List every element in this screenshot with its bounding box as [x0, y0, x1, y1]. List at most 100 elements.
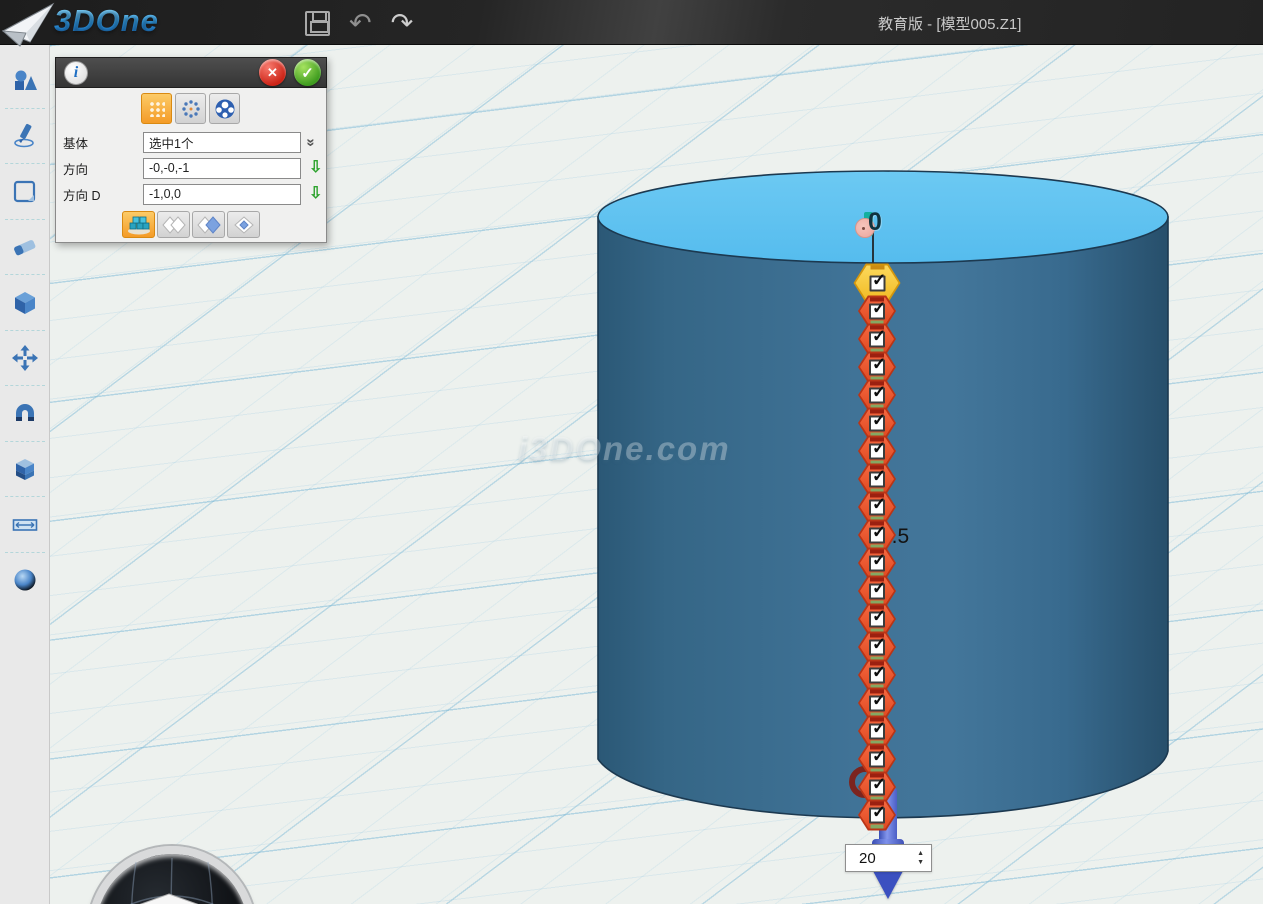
checkmark-icon: ✓ — [872, 550, 886, 570]
checkmark-icon: ✓ — [872, 522, 886, 542]
checkmark-icon: ✓ — [872, 410, 886, 430]
marker-checkbox[interactable]: ✓ — [869, 667, 885, 683]
marker-checkbox[interactable]: ✓ — [869, 471, 885, 487]
pattern-geometry-icon — [127, 215, 151, 235]
direction-field-input[interactable] — [143, 158, 301, 179]
sketch-plane-icon — [11, 178, 39, 206]
app-name: 3DOne — [54, 3, 159, 39]
base-field-label: 基体 — [63, 133, 143, 152]
pattern-count-box: ▲ ▼ — [845, 844, 932, 872]
sidebar-item-sketch[interactable] — [0, 109, 50, 165]
linear-pattern-tab[interactable] — [141, 93, 172, 124]
marker-checkbox[interactable]: ✓ — [869, 359, 885, 375]
checkmark-icon: ✓ — [872, 606, 886, 626]
view-navigation-ball[interactable] — [88, 846, 256, 904]
primitive-shapes-icon — [11, 67, 39, 95]
marker-bottom-band — [871, 825, 884, 829]
marker-checkbox[interactable]: ✓ — [869, 583, 885, 599]
field-row-base: 基体 » — [56, 129, 326, 155]
pattern-count-input[interactable] — [846, 850, 896, 867]
info-icon[interactable]: i — [64, 61, 88, 85]
field-row-direction: 方向 ⇩ — [56, 155, 326, 181]
diamond-option-3-button[interactable] — [227, 211, 260, 238]
chevron-double-down-icon[interactable]: » — [303, 138, 320, 146]
pattern-drag-arrow-head[interactable] — [873, 871, 903, 899]
checkmark-icon: ✓ — [872, 578, 886, 598]
dialog-body: 基体 » 方向 ⇩ 方向 D ⇩ — [55, 88, 327, 243]
cancel-button[interactable]: ✕ — [259, 59, 286, 86]
diamond-option-2-button[interactable] — [192, 211, 225, 238]
checkmark-icon: ✓ — [872, 270, 886, 290]
marker-checkbox[interactable]: ✓ — [869, 443, 885, 459]
checkmark-icon: ✓ — [872, 326, 886, 346]
import-direction-icon[interactable]: ⇩ — [309, 160, 322, 176]
pattern-type-tabs — [141, 93, 326, 124]
window-title: 教育版 - [模型005.Z1] — [878, 13, 1021, 34]
marker-top-band — [870, 266, 884, 270]
spherical-pattern-tab[interactable] — [209, 93, 240, 124]
sidebar-item-combine[interactable] — [0, 442, 50, 498]
pattern-dialog: i ✕ ✓ — [55, 57, 327, 243]
measure-icon — [11, 511, 39, 539]
checkmark-icon: ✓ — [872, 634, 886, 654]
sidebar-item-cube[interactable] — [0, 275, 50, 331]
marker-checkbox[interactable]: ✓ — [869, 751, 885, 767]
confirm-button[interactable]: ✓ — [294, 59, 321, 86]
marker-checkbox[interactable]: ✓ — [869, 275, 885, 291]
sidebar-item-magnet[interactable] — [0, 386, 50, 442]
spinner-down-icon[interactable]: ▼ — [917, 859, 924, 866]
checkmark-icon: ✓ — [872, 774, 886, 794]
marker-checkbox[interactable]: ✓ — [869, 695, 885, 711]
marker-checkbox[interactable]: ✓ — [869, 555, 885, 571]
circular-pattern-tab[interactable] — [175, 93, 206, 124]
marker-checkbox[interactable]: ✓ — [869, 779, 885, 795]
import-direction-d-icon[interactable]: ⇩ — [309, 186, 322, 202]
marker-checkbox[interactable]: ✓ — [869, 639, 885, 655]
marker-checkbox[interactable]: ✓ — [869, 611, 885, 627]
checkmark-icon: ✓ — [872, 802, 886, 822]
marker-checkbox[interactable]: ✓ — [869, 303, 885, 319]
checkmark-icon: ✓ — [872, 746, 886, 766]
marker-checkbox[interactable]: ✓ — [869, 415, 885, 431]
sketch-pen-icon — [11, 122, 39, 150]
sidebar-item-eraser[interactable] — [0, 220, 50, 276]
dialog-header[interactable]: i ✕ ✓ — [55, 57, 327, 88]
direction-d-field-label: 方向 D — [63, 185, 143, 204]
save-icon[interactable] — [305, 11, 330, 36]
sidebar-item-sketch-plane[interactable] — [0, 164, 50, 220]
spinner-up-icon[interactable]: ▲ — [917, 850, 924, 857]
marker-checkbox[interactable]: ✓ — [869, 807, 885, 823]
sidebar-item-move[interactable] — [0, 331, 50, 387]
diamond-option-1-button[interactable] — [157, 211, 190, 238]
checkmark-icon: ✓ — [872, 298, 886, 318]
marker-checkbox[interactable]: ✓ — [869, 387, 885, 403]
diamond-center-icon — [233, 216, 255, 234]
cube-icon — [11, 289, 39, 317]
marker-checkbox[interactable]: ✓ — [869, 331, 885, 347]
combine-solids-icon — [11, 455, 39, 483]
checkmark-icon: ✓ — [872, 662, 886, 682]
sidebar-item-material[interactable] — [0, 553, 50, 609]
app-logo-icon — [2, 1, 56, 49]
sidebar-item-primitives[interactable] — [0, 53, 50, 109]
sidebar-item-measure[interactable] — [0, 497, 50, 553]
diamond-blue-icon — [197, 216, 221, 234]
viewport-3d[interactable]: i3DOne.com 3.5 ✓✓✓✓✓✓✓✓✓✓✓✓✓✓✓✓✓✓✓✓ 0 ▲ … — [50, 45, 1263, 904]
pattern-geometry-button[interactable] — [122, 211, 155, 238]
double-diamond-icon — [162, 216, 186, 234]
base-field-input[interactable] — [143, 132, 301, 153]
marker-checkbox[interactable]: ✓ — [869, 723, 885, 739]
checkmark-icon: ✓ — [872, 466, 886, 486]
eraser-icon — [11, 233, 39, 261]
field-row-direction-d: 方向 D ⇩ — [56, 181, 326, 207]
checkmark-icon: ✓ — [872, 354, 886, 374]
titlebar: 3DOne ↶ ↷ 教育版 - [模型005.Z1] — [0, 0, 1263, 45]
direction-d-field-input[interactable] — [143, 184, 301, 205]
redo-icon[interactable]: ↷ — [391, 5, 414, 41]
magnet-icon — [11, 400, 39, 428]
origin-distance-label: 0 — [868, 208, 882, 237]
undo-icon[interactable]: ↶ — [349, 5, 372, 41]
dialog-footer-buttons — [122, 211, 326, 238]
marker-checkbox[interactable]: ✓ — [869, 499, 885, 515]
marker-checkbox[interactable]: ✓ — [869, 527, 885, 543]
